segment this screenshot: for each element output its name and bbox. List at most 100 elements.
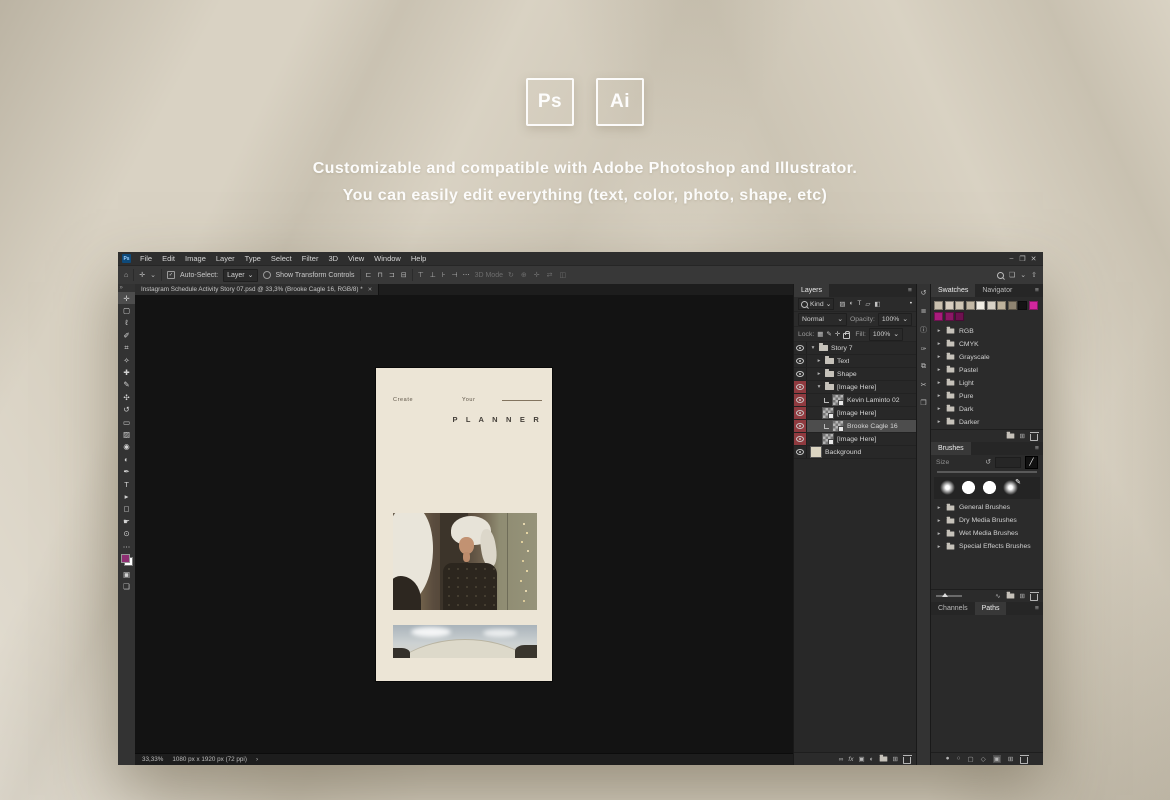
menu-layer[interactable]: Layer — [211, 254, 240, 263]
visibility-cell[interactable] — [794, 381, 807, 393]
brush-size-input[interactable] — [995, 457, 1021, 468]
filter-type-icon-3[interactable]: ▱ — [865, 300, 870, 308]
layer-content[interactable]: ▾[Image Here] — [807, 381, 916, 393]
live-tip-preview-icon[interactable]: ∿ — [995, 592, 1000, 600]
filter-type-icon-2[interactable]: T — [857, 300, 861, 308]
menu-3d[interactable]: 3D — [323, 254, 343, 263]
brush-preview-hard-fold[interactable] — [961, 480, 976, 495]
filter-type-icon-4[interactable]: ◧ — [874, 300, 880, 308]
libraries-panel-icon[interactable]: ❐ — [920, 399, 926, 407]
tool-preset-chevron-icon[interactable]: ⌄ — [150, 271, 156, 279]
eye-icon[interactable] — [796, 423, 804, 429]
layer-row[interactable]: [Image Here] — [794, 407, 916, 420]
chevron-collapsed-icon[interactable]: ▸ — [936, 505, 942, 511]
chevron-collapsed-icon[interactable]: ▸ — [936, 393, 942, 399]
document-tab[interactable]: Instagram Schedule Activity Story 07.psd… — [135, 284, 379, 295]
lock-pixels-icon[interactable]: ✎ — [826, 330, 831, 338]
eye-icon[interactable] — [796, 449, 804, 455]
tab-paths[interactable]: Paths — [975, 602, 1007, 615]
layer-thumbnail[interactable] — [810, 446, 822, 458]
new-brush-group-icon[interactable] — [1006, 593, 1014, 598]
fill-value[interactable]: 100% ⌄ — [869, 328, 903, 341]
align-icon-3[interactable]: ⊟ — [401, 271, 407, 279]
properties-panel-icon[interactable]: ≣ — [921, 307, 927, 315]
layers-panel-menu-icon[interactable]: ≡ — [904, 284, 916, 297]
lock-position-icon[interactable]: ✛ — [835, 330, 840, 338]
eye-icon[interactable] — [796, 384, 804, 390]
layer-row[interactable]: ▸Text — [794, 355, 916, 368]
distribute-icon-3[interactable]: ⊣ — [451, 271, 457, 279]
history-brush-tool-icon[interactable]: ↺ — [118, 404, 135, 416]
marquee-tool-icon[interactable]: ▢ — [118, 304, 135, 316]
clone-stamp-tool-icon[interactable]: ✣ — [118, 391, 135, 403]
eye-icon[interactable] — [796, 358, 804, 364]
paths-panel-menu-icon[interactable]: ≡ — [1031, 602, 1043, 615]
layer-thumbnail[interactable] — [832, 394, 844, 406]
eye-icon[interactable] — [796, 436, 804, 442]
swatch-color-8[interactable] — [1018, 301, 1027, 310]
chevron-collapsed-icon[interactable]: ▸ — [936, 406, 942, 412]
layer-content[interactable]: Brooke Cagle 16 — [807, 420, 916, 432]
lasso-tool-icon[interactable]: ℓ — [118, 317, 135, 329]
swatch-color-6[interactable] — [997, 301, 1006, 310]
swatch-group-darker[interactable]: ▸Darker — [931, 416, 1043, 429]
quick-mask-icon[interactable]: ▣ — [118, 568, 135, 580]
selection-from-path-icon[interactable]: ▢ — [968, 755, 974, 763]
chevron-collapsed-icon[interactable]: ▸ — [816, 358, 822, 364]
filter-toggle-icon[interactable]: • — [910, 301, 912, 307]
visibility-cell[interactable] — [794, 394, 807, 406]
3d-mode-icon-3[interactable]: ⇄ — [547, 271, 553, 279]
adjustment-layer-icon[interactable]: ◐ — [870, 756, 874, 763]
toolbar-collapse-icon[interactable]: » — [117, 285, 137, 292]
eye-icon[interactable] — [796, 397, 804, 403]
brush-preview-soft[interactable] — [940, 480, 955, 495]
filter-type-icon-1[interactable]: ◐ — [849, 300, 853, 308]
brush-tool-icon[interactable]: ✎ — [118, 379, 135, 391]
layer-content[interactable]: ▸Text — [807, 355, 916, 367]
info-panel-icon[interactable]: ⓘ — [920, 325, 927, 335]
layer-style-icon[interactable]: fx — [848, 756, 853, 763]
brush-settings-panel-icon[interactable]: ✑ — [921, 345, 927, 353]
visibility-cell[interactable] — [794, 420, 807, 432]
menu-image[interactable]: Image — [180, 254, 211, 263]
swatch-group-dark[interactable]: ▸Dark — [931, 403, 1043, 416]
move-tool-icon[interactable]: ✛ — [139, 271, 145, 279]
add-mask-icon[interactable]: ▣ — [993, 755, 1001, 763]
blur-tool-icon[interactable]: ◉ — [118, 441, 135, 453]
workspace-chevron-icon[interactable]: ⌄ — [1020, 271, 1026, 279]
layer-content[interactable]: ▾Story 7 — [807, 342, 916, 354]
swatch-group-cmyk[interactable]: ▸CMYK — [931, 338, 1043, 351]
layer-filter-dropdown[interactable]: Kind ⌄ — [798, 298, 834, 310]
chevron-collapsed-icon[interactable]: ▸ — [936, 518, 942, 524]
layer-row[interactable]: ▾[Image Here] — [794, 381, 916, 394]
swatch-group-light[interactable]: ▸Light — [931, 377, 1043, 390]
swatch-color-11[interactable] — [945, 312, 954, 321]
distribute-icon-1[interactable]: ⊥ — [430, 271, 436, 279]
swatch-group-pastel[interactable]: ▸Pastel — [931, 364, 1043, 377]
show-transform-checkbox[interactable] — [263, 271, 271, 279]
swatch-group-pure[interactable]: ▸Pure — [931, 390, 1043, 403]
eye-icon[interactable] — [796, 345, 804, 351]
home-icon[interactable]: ⌂ — [124, 272, 128, 279]
link-layers-icon[interactable]: ∞ — [839, 756, 844, 763]
layer-row[interactable]: Brooke Cagle 16 — [794, 420, 916, 433]
eye-icon[interactable] — [796, 371, 804, 377]
more-options-icon[interactable]: ⋯ — [463, 271, 470, 279]
swatches-panel-menu-icon[interactable]: ≡ — [1031, 284, 1043, 297]
status-chevron-icon[interactable]: › — [256, 756, 258, 763]
new-group-icon[interactable] — [879, 756, 887, 761]
tab-navigator[interactable]: Navigator — [975, 284, 1019, 297]
swatch-color-5[interactable] — [987, 301, 996, 310]
swatch-color-2[interactable] — [955, 301, 964, 310]
tab-channels[interactable]: Channels — [931, 602, 975, 615]
auto-select-target-dropdown[interactable]: Layer ⌄ — [223, 269, 257, 282]
menu-file[interactable]: File — [135, 254, 157, 263]
new-layer-icon[interactable]: ⊞ — [893, 755, 898, 763]
hand-tool-icon[interactable]: ☛ — [118, 515, 135, 527]
swatch-color-4[interactable] — [976, 301, 985, 310]
delete-swatch-icon[interactable] — [1030, 434, 1038, 441]
story-artboard[interactable]: Create Your P L A N N E R — [376, 368, 552, 681]
close-tab-icon[interactable]: ✕ — [368, 287, 373, 293]
menu-view[interactable]: View — [343, 254, 369, 263]
path-selection-tool-icon[interactable]: ▸ — [118, 490, 135, 502]
